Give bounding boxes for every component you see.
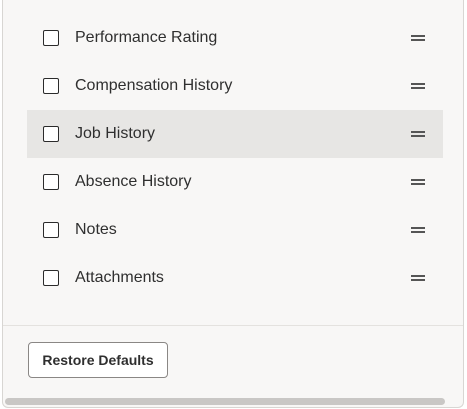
drag-handle-icon[interactable] — [411, 227, 425, 233]
list-item-performance-rating[interactable]: Performance Rating — [27, 14, 443, 62]
item-label: Performance Rating — [75, 29, 218, 46]
item-label: Absence History — [75, 173, 192, 190]
restore-defaults-button[interactable]: Restore Defaults — [28, 342, 168, 378]
column-settings-panel: Performance Rating Compensation History … — [2, 0, 464, 408]
item-label: Compensation History — [75, 77, 233, 94]
list-item-attachments[interactable]: Attachments — [27, 254, 443, 302]
drag-handle-icon[interactable] — [411, 35, 425, 41]
checkbox[interactable] — [43, 78, 59, 94]
item-list: Performance Rating Compensation History … — [3, 14, 463, 302]
checkbox[interactable] — [43, 270, 59, 286]
item-label: Attachments — [75, 269, 164, 286]
item-label: Job History — [75, 125, 156, 142]
list-item-absence-history[interactable]: Absence History — [27, 158, 443, 206]
checkbox[interactable] — [43, 174, 59, 190]
list-item-job-history[interactable]: Job History — [27, 110, 443, 158]
scrollbar-thumb[interactable] — [5, 398, 445, 405]
list-item-compensation-history[interactable]: Compensation History — [27, 62, 443, 110]
drag-handle-icon[interactable] — [411, 275, 425, 281]
drag-handle-icon[interactable] — [411, 83, 425, 89]
checkbox[interactable] — [43, 30, 59, 46]
drag-handle-icon[interactable] — [411, 179, 425, 185]
checkbox[interactable] — [43, 222, 59, 238]
checkbox[interactable] — [43, 126, 59, 142]
drag-handle-icon[interactable] — [411, 131, 425, 137]
item-label: Notes — [75, 221, 117, 238]
horizontal-scrollbar[interactable] — [5, 396, 463, 406]
list-item-notes[interactable]: Notes — [27, 206, 443, 254]
footer-divider — [3, 325, 463, 326]
